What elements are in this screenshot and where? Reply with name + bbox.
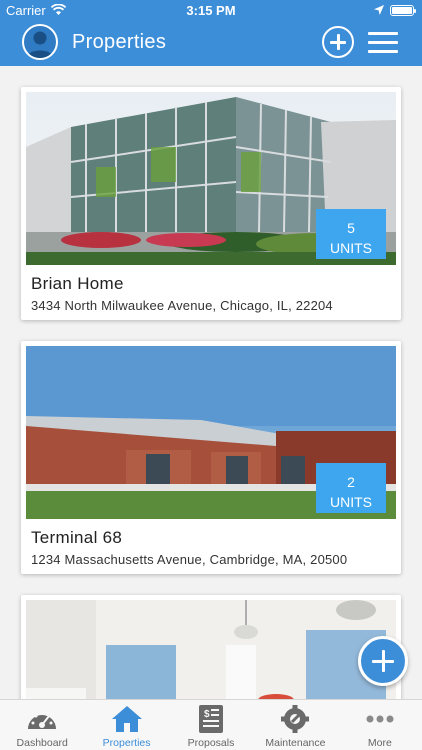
property-card[interactable] (21, 595, 401, 715)
status-time: 3:15 PM (186, 3, 236, 18)
tab-more[interactable]: More (338, 700, 422, 750)
units-label: UNITS (330, 240, 372, 256)
property-photo: 5 UNITS (26, 92, 396, 265)
units-count: 5 (347, 220, 355, 236)
svg-text:$: $ (204, 709, 210, 720)
property-card[interactable]: 5 UNITS Brian Home 3434 North Milwaukee … (21, 87, 401, 320)
hamburger-menu-icon[interactable] (368, 32, 398, 54)
property-photo: 2 UNITS (26, 346, 396, 519)
invoice-icon: $ (195, 705, 227, 733)
nav-bar: Properties (0, 20, 422, 66)
status-bar: Carrier 3:15 PM (0, 0, 422, 20)
property-photo (26, 600, 396, 710)
house-icon (111, 705, 143, 733)
property-address: 3434 North Milwaukee Avenue, Chicago, IL… (31, 298, 333, 313)
units-badge: 2 UNITS (316, 463, 386, 513)
more-dots-icon (364, 705, 396, 733)
gauge-icon (26, 705, 58, 733)
location-arrow-icon (374, 3, 384, 18)
user-avatar-icon[interactable] (22, 24, 58, 60)
tab-proposals[interactable]: $ Proposals (169, 700, 253, 750)
tab-label: Properties (102, 737, 151, 749)
units-badge: 5 UNITS (316, 209, 386, 259)
page-title: Properties (72, 31, 167, 53)
status-right (374, 3, 416, 18)
gear-wrench-icon (279, 705, 311, 733)
tab-maintenance[interactable]: Maintenance (253, 700, 337, 750)
units-count: 2 (347, 474, 355, 490)
tab-label: Proposals (187, 737, 235, 749)
tab-dashboard[interactable]: Dashboard (0, 700, 84, 750)
battery-icon (390, 5, 416, 16)
tab-label: More (367, 737, 392, 749)
tab-bar: Dashboard Properties $ Proposals Mainten… (0, 699, 422, 750)
floating-add-button[interactable] (358, 636, 408, 686)
add-property-button[interactable] (322, 26, 354, 58)
tab-label: Maintenance (265, 737, 326, 749)
property-name: Brian Home (31, 274, 124, 293)
tab-label: Dashboard (16, 737, 68, 749)
property-card[interactable]: 2 UNITS Terminal 68 1234 Massachusetts A… (21, 341, 401, 574)
units-label: UNITS (330, 494, 372, 510)
tab-properties[interactable]: Properties (84, 700, 168, 750)
property-address: 1234 Massachusetts Avenue, Cambridge, MA… (31, 552, 348, 567)
property-name: Terminal 68 (31, 528, 123, 547)
